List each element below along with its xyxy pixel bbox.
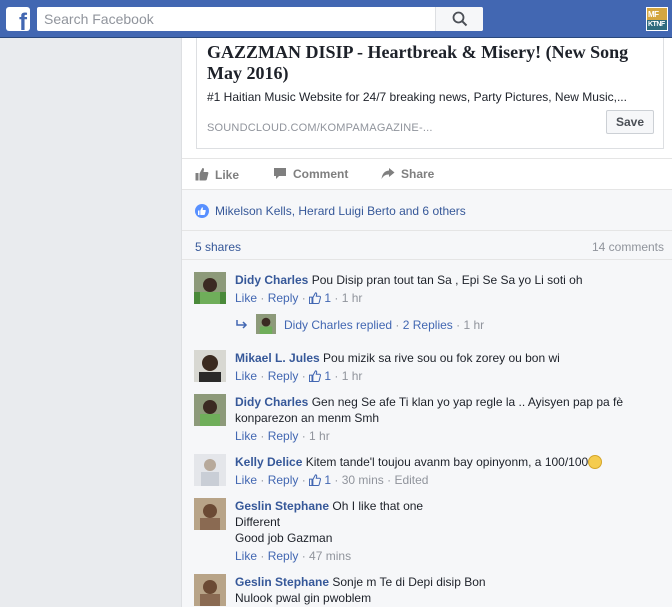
comment-like-link[interactable]: Like xyxy=(235,369,257,383)
avatar[interactable] xyxy=(194,454,226,486)
comment-text-line: Nulook pwal gin pwoblem xyxy=(235,591,372,605)
comment-icon xyxy=(274,168,286,179)
replies-summary[interactable]: Didy Charles replied · 2 Replies · 1 hr xyxy=(236,314,484,334)
avatar[interactable] xyxy=(194,272,226,304)
grimace-emoji-icon xyxy=(588,455,603,469)
comment-like-link[interactable]: Like xyxy=(235,549,257,563)
comment-text: Oh I like that one xyxy=(332,499,424,513)
avatar[interactable] xyxy=(194,574,226,606)
reply-time: 1 hr xyxy=(463,318,485,332)
like-count-icon xyxy=(309,474,322,486)
comment-text-line: Good job Gazman xyxy=(235,531,333,545)
likers-list[interactable]: Mikelson Kells, Herard Luigi Berto and 6… xyxy=(215,204,466,218)
reply-action-text: replied xyxy=(356,318,393,332)
comment-meta: Like · Reply · 1 · 1 hr xyxy=(235,291,363,305)
replies-count[interactable]: 2 Replies xyxy=(403,318,453,332)
link-preview[interactable]: GAZZMAN DISIP - Heartbreak & Misery! (Ne… xyxy=(196,38,664,149)
comment-like-count[interactable]: 1 xyxy=(324,369,331,383)
comment-time[interactable]: 47 mins xyxy=(309,549,351,563)
comment-like-link[interactable]: Like xyxy=(235,429,257,443)
like-action[interactable]: Like xyxy=(195,167,239,182)
comment-like-link[interactable]: Like xyxy=(235,473,257,487)
commenter-name[interactable]: Didy Charles xyxy=(235,273,308,287)
avatar[interactable] xyxy=(194,394,226,426)
commenter-name[interactable]: Geslin Stephane xyxy=(235,499,329,513)
share-action[interactable]: Share xyxy=(381,167,434,181)
comment-meta: Like · Reply · 47 mins xyxy=(235,549,352,563)
reply-author[interactable]: Didy Charles xyxy=(284,318,353,332)
comment-reply-link[interactable]: Reply xyxy=(268,429,299,443)
comment-meta: Like · Reply · 1 · 30 mins · Edited xyxy=(235,473,429,487)
post-action-bar: Like Comment Share xyxy=(182,158,672,190)
search-icon xyxy=(452,11,468,27)
commenter-name[interactable]: Mikael L. Jules xyxy=(235,351,320,365)
comment-time[interactable]: 1 hr xyxy=(342,291,363,305)
comment-reply-link[interactable]: Reply xyxy=(268,473,299,487)
search-box xyxy=(37,7,483,31)
comment-text: Pou mizik sa rive sou ou fok zorey ou bo… xyxy=(323,351,560,365)
search-input[interactable] xyxy=(37,7,437,31)
link-title[interactable]: GAZZMAN DISIP - Heartbreak & Misery! (Ne… xyxy=(207,42,657,84)
comment-time[interactable]: 1 hr xyxy=(342,369,363,383)
avatar[interactable] xyxy=(256,314,276,334)
comment-reply-link[interactable]: Reply xyxy=(268,291,299,305)
top-navigation-bar: f MF KTNF xyxy=(0,0,672,38)
comment-reply-link[interactable]: Reply xyxy=(268,549,299,563)
comment-text: Kitem tande'l toujou avanm bay opinyonm,… xyxy=(305,455,589,469)
avatar[interactable] xyxy=(194,498,226,530)
post-stats: 5 shares 14 comments xyxy=(182,230,672,260)
comment-like-link[interactable]: Like xyxy=(235,291,257,305)
thumbs-up-icon xyxy=(195,167,209,181)
like-count-icon xyxy=(309,370,322,382)
reactions-summary: Mikelson Kells, Herard Luigi Berto and 6… xyxy=(182,190,672,230)
search-button[interactable] xyxy=(435,7,483,31)
comment-action[interactable]: Comment xyxy=(273,167,348,181)
comments-list: Didy Charles Pou Disip pran tout tan Sa … xyxy=(182,260,672,607)
comment-text-line: Different xyxy=(235,515,281,529)
comment-text: Sonje m Te di Depi disip Bon xyxy=(332,575,486,589)
reply-arrow-icon xyxy=(236,320,248,329)
link-description: #1 Haitian Music Website for 24/7 breaki… xyxy=(207,90,627,104)
shares-count[interactable]: 5 shares xyxy=(195,240,241,254)
like-badge-icon xyxy=(195,204,209,218)
save-button[interactable]: Save xyxy=(606,110,654,134)
comment-like-count[interactable]: 1 xyxy=(324,473,331,487)
comment-text: Pou Disip pran tout tan Sa , Epi Se Sa y… xyxy=(311,273,583,287)
comment-like-count[interactable]: 1 xyxy=(324,291,331,305)
link-domain: SOUNDCLOUD.COM/KOMPAMAGAZINE-... xyxy=(207,122,433,134)
comment-meta: Like · Reply · 1 · 1 hr xyxy=(235,369,363,383)
commenter-name[interactable]: Kelly Delice xyxy=(235,455,302,469)
comment-meta: Like · Reply · 1 hr xyxy=(235,429,330,443)
comment-edited[interactable]: Edited xyxy=(394,473,428,487)
profile-avatar[interactable]: MF KTNF xyxy=(646,7,668,31)
post-card: GAZZMAN DISIP - Heartbreak & Misery! (Ne… xyxy=(181,38,672,607)
comments-count[interactable]: 14 comments xyxy=(592,240,664,254)
avatar[interactable] xyxy=(194,350,226,382)
like-count-icon xyxy=(309,292,322,304)
share-icon xyxy=(381,168,395,179)
commenter-name[interactable]: Didy Charles xyxy=(235,395,308,409)
comment-reply-link[interactable]: Reply xyxy=(268,369,299,383)
comment-time[interactable]: 1 hr xyxy=(309,429,330,443)
comment-time[interactable]: 30 mins xyxy=(342,473,384,487)
commenter-name[interactable]: Geslin Stephane xyxy=(235,575,329,589)
facebook-logo-icon[interactable]: f xyxy=(6,7,30,31)
